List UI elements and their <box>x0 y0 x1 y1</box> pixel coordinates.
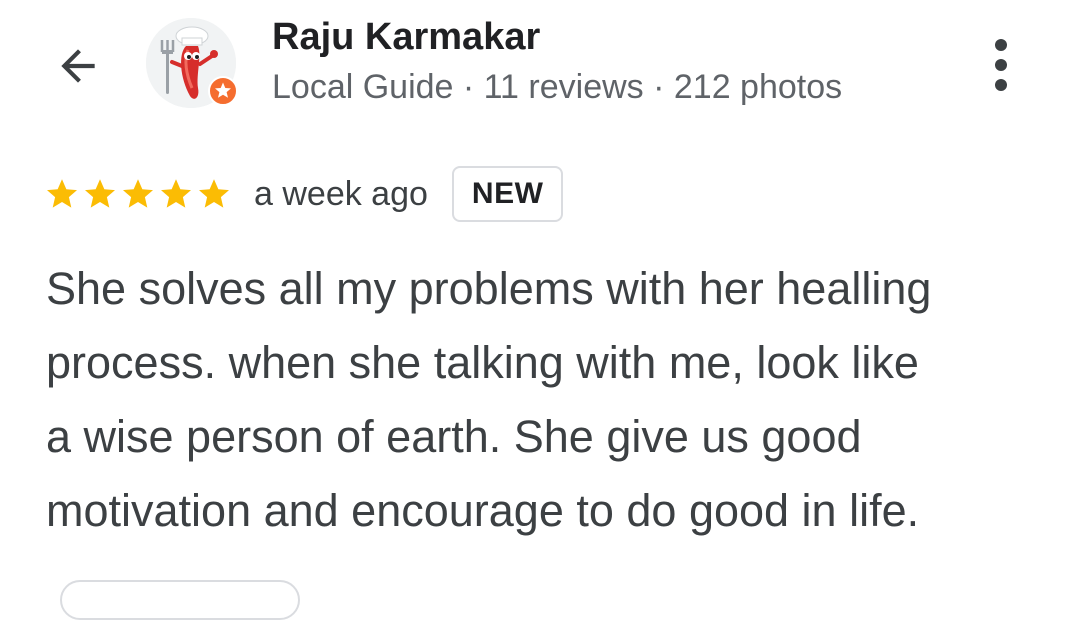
reviewer-meta: Local Guide · 11 reviews · 212 photos <box>272 68 843 106</box>
arrow-back-icon <box>61 49 95 83</box>
review-text-line: She solves all my problems with her heal… <box>46 263 932 314</box>
new-badge: NEW <box>451 166 564 222</box>
more-options-button[interactable] <box>975 30 1027 100</box>
star-icon <box>199 179 229 208</box>
star-rating <box>44 176 232 212</box>
action-chip[interactable] <box>60 580 300 620</box>
reviewer-name[interactable]: Raju Karmakar <box>272 16 540 59</box>
star-icon <box>161 179 191 208</box>
review-text: She solves all my problems with her heal… <box>46 252 1036 548</box>
review-text-line: process. when she talking with me, look … <box>46 337 919 388</box>
back-button[interactable] <box>48 36 108 96</box>
review-text-line: a wise person of earth. She give us good <box>46 411 862 462</box>
local-guide-badge-icon <box>208 76 238 106</box>
more-vert-icon <box>995 39 1007 91</box>
review-text-line: motivation and encourage to do good in l… <box>46 485 920 536</box>
review-header: Raju Karmakar Local Guide · 11 reviews ·… <box>0 0 1070 130</box>
star-icon <box>85 179 115 208</box>
rating-row: a week ago NEW <box>44 164 564 224</box>
star-icon <box>47 179 77 208</box>
avatar[interactable] <box>146 18 238 108</box>
review-time: a week ago <box>254 174 428 213</box>
star-icon <box>123 179 153 208</box>
